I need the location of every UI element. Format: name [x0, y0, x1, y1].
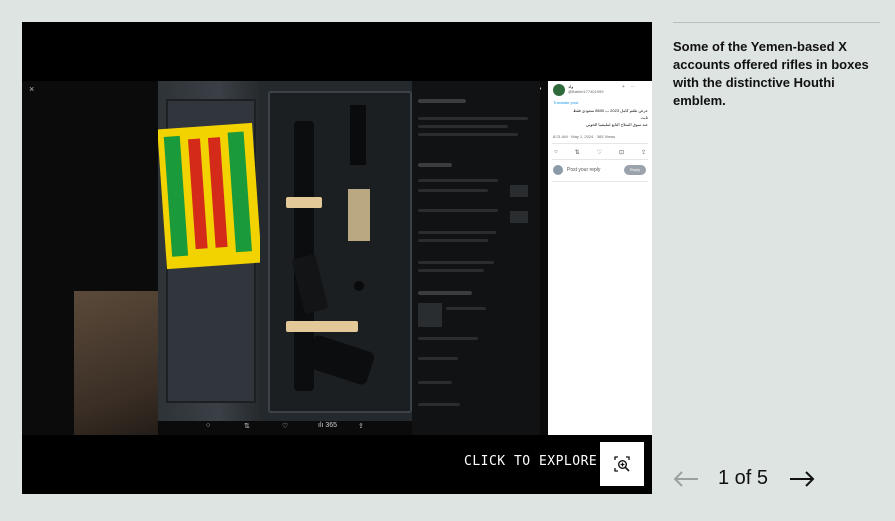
houthi-emblem-sticker — [158, 122, 262, 270]
tape-strap — [286, 321, 358, 332]
tweet-text: عند سوق السلاح التابع لمليشيا الحوثي — [585, 122, 648, 127]
case-knob — [354, 281, 364, 291]
reply-icon[interactable]: ○ — [554, 149, 558, 156]
more-options-icon[interactable]: + ⋯ — [622, 84, 637, 90]
like-icon[interactable]: ♡ — [282, 422, 288, 430]
views-count: ılı 365 — [318, 422, 338, 429]
embedded-screenshot[interactable]: × » — [22, 81, 652, 435]
tweet-author-handle[interactable]: @Bakhri177401999 — [568, 89, 603, 94]
next-button[interactable] — [788, 468, 816, 490]
share-icon[interactable]: ⇪ — [641, 149, 646, 156]
arrow-right-icon — [790, 470, 815, 487]
share-icon[interactable]: ⇪ — [358, 422, 364, 430]
explore-button[interactable] — [600, 442, 644, 486]
post-toolbar: ○ ⇅ ♡ ılı 365 ⇪ — [158, 421, 412, 435]
tweet-meta: 8:21 AM · May 1, 2024 · 365 Views — [553, 134, 616, 139]
explore-label[interactable]: CLICK TO EXPLORE — [464, 454, 597, 469]
reply-icon[interactable]: ○ — [206, 422, 210, 429]
bookmark-icon[interactable]: ⊡ — [619, 149, 624, 156]
divider — [552, 181, 648, 182]
tweet-text: ثابت — [640, 115, 648, 120]
close-icon: × — [29, 84, 35, 94]
like-icon[interactable]: ♡ — [597, 149, 602, 156]
pagination: 1 of 5 — [672, 467, 816, 490]
accessory-slot — [350, 105, 366, 165]
image-viewer: × » — [22, 22, 652, 494]
ammo-slot — [348, 189, 370, 241]
arrow-left-icon — [673, 470, 698, 487]
divider — [673, 22, 880, 23]
repost-icon[interactable]: ⇅ — [575, 149, 580, 156]
page-counter: 1 of 5 — [718, 467, 769, 489]
tweet-actions: ○ ⇅ ♡ ⊡ ⇪ — [554, 149, 646, 156]
zoom-in-icon — [614, 456, 630, 472]
divider — [552, 143, 648, 144]
reply-button[interactable]: Reply — [624, 165, 646, 175]
repost-icon[interactable]: ⇅ — [244, 422, 250, 430]
avatar[interactable] — [553, 84, 565, 96]
image-caption: Some of the Yemen-based X accounts offer… — [673, 39, 869, 108]
wooden-crate — [74, 291, 164, 435]
rifle-case-photo — [158, 81, 412, 421]
translate-link[interactable]: Translate post — [553, 100, 578, 105]
prev-button[interactable] — [672, 468, 700, 490]
tweet-panel: ولد @Bakhri177401999 + ⋯ Translate post … — [548, 81, 652, 435]
reply-input[interactable]: Post your reply — [567, 167, 600, 173]
divider — [552, 159, 648, 160]
avatar — [553, 165, 563, 175]
tape-strap — [286, 197, 322, 208]
background-feed — [412, 81, 540, 435]
tweet-text: عرض طقم كامل 2023 ب 8600 سعودي فقط — [573, 108, 648, 113]
